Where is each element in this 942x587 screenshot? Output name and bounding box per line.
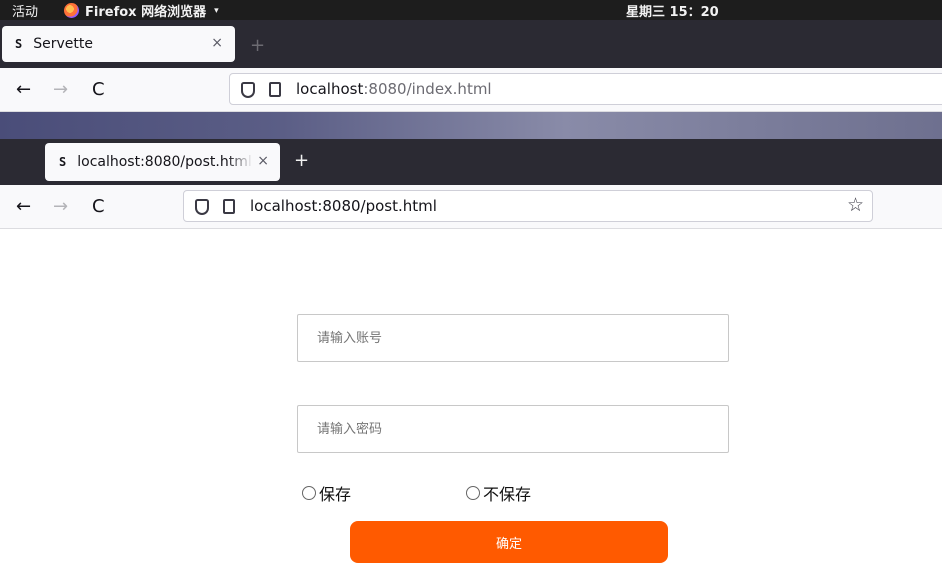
- tab-servette[interactable]: S Servette ×: [2, 26, 235, 62]
- url-text: localhost:8080/index.html: [296, 80, 492, 98]
- front-window-tab-bar: S localhost:8080/post.html × +: [0, 139, 942, 185]
- reload-icon[interactable]: C: [92, 196, 105, 217]
- address-bar[interactable]: localhost:8080/index.html: [229, 73, 942, 105]
- app-menu-label: Firefox 网络浏览器: [85, 5, 207, 20]
- radio-save-label: 保存: [319, 485, 352, 504]
- front-window-nav-bar: ← → C localhost:8080/post.html ☆: [0, 185, 942, 229]
- address-bar[interactable]: localhost:8080/post.html ☆: [183, 190, 873, 222]
- clock[interactable]: 星期三 15：20: [626, 1, 719, 20]
- new-tab-button[interactable]: +: [294, 150, 309, 171]
- app-menu[interactable]: Firefox 网络浏览器 ▾: [64, 1, 219, 20]
- shield-icon[interactable]: [195, 199, 209, 215]
- forward-arrow-icon[interactable]: →: [53, 196, 68, 217]
- back-arrow-icon[interactable]: ←: [16, 196, 31, 217]
- back-window-nav-bar: ← → C localhost:8080/index.html: [0, 68, 942, 112]
- radio-nosave-option[interactable]: 不保存: [466, 481, 531, 505]
- caret-down-icon: ▾: [214, 5, 219, 16]
- tab-title: Servette: [33, 36, 93, 52]
- new-tab-button[interactable]: +: [250, 35, 265, 56]
- tab-post-page[interactable]: S localhost:8080/post.html ×: [45, 143, 280, 181]
- firefox-icon: [64, 3, 79, 18]
- page-info-icon[interactable]: [269, 82, 281, 97]
- confirm-button[interactable]: 确定: [350, 521, 668, 563]
- activities-button[interactable]: 活动: [12, 1, 38, 20]
- site-favicon-icon: S: [15, 37, 23, 51]
- account-input[interactable]: [297, 314, 729, 362]
- page-content: 保存 不保存 确定: [0, 229, 942, 587]
- close-tab-icon[interactable]: ×: [257, 153, 269, 169]
- desktop-background: [0, 112, 942, 139]
- tab-title: localhost:8080/post.html: [77, 154, 252, 170]
- radio-nosave-label: 不保存: [483, 485, 532, 504]
- front-browser-window: S localhost:8080/post.html × + ← → C loc…: [0, 139, 942, 587]
- url-path: :8080/index.html: [363, 80, 492, 98]
- password-input[interactable]: [297, 405, 729, 453]
- back-arrow-icon[interactable]: ←: [16, 79, 31, 100]
- reload-icon[interactable]: C: [92, 79, 105, 100]
- system-top-bar: 活动 Firefox 网络浏览器 ▾ 星期三 15：20: [0, 0, 942, 20]
- url-text: localhost:8080/post.html: [250, 197, 437, 215]
- radio-button[interactable]: [466, 486, 480, 500]
- site-favicon-icon: S: [59, 155, 67, 169]
- radio-save-option[interactable]: 保存: [302, 481, 351, 505]
- forward-arrow-icon[interactable]: →: [53, 79, 68, 100]
- page-info-icon[interactable]: [223, 199, 235, 214]
- back-window-tab-bar: S Servette × +: [0, 20, 942, 68]
- url-host: localhost: [296, 80, 364, 98]
- bookmark-star-icon[interactable]: ☆: [847, 194, 864, 216]
- close-tab-icon[interactable]: ×: [211, 35, 223, 51]
- shield-icon[interactable]: [241, 82, 255, 98]
- radio-button[interactable]: [302, 486, 316, 500]
